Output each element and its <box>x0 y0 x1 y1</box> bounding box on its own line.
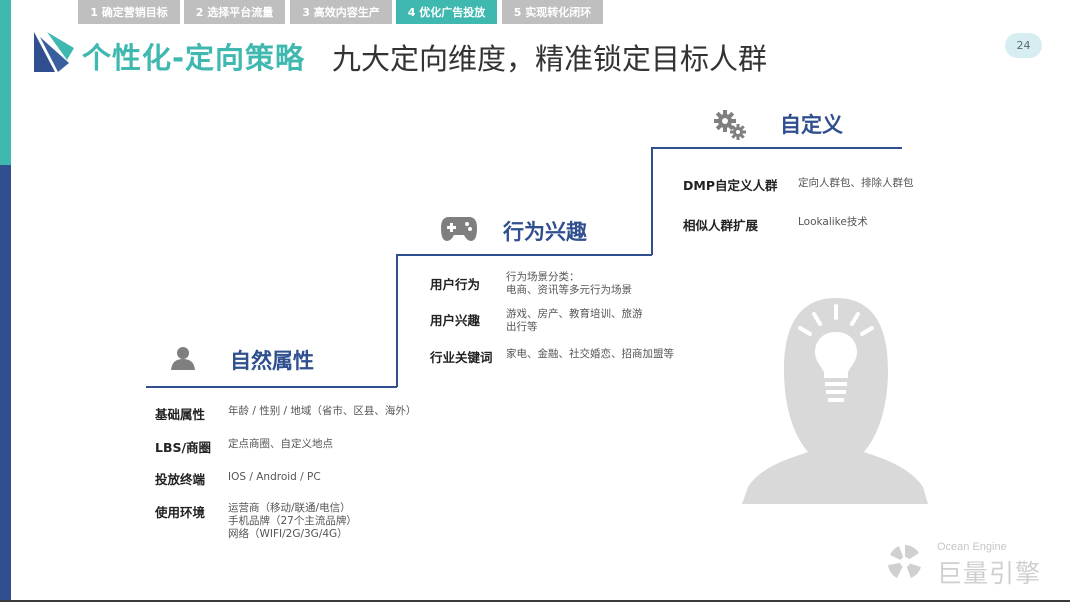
page-number-badge: 24 <box>1005 33 1042 58</box>
stair-step-1 <box>146 386 397 388</box>
behavior-row-value: 家电、金融、社交婚恋、招商加盟等 <box>506 348 674 360</box>
page-title-accent: 个性化-定向策略 <box>82 41 306 75</box>
custom-row-value: 定向人群包、排除人群包 <box>798 177 914 189</box>
logo-icon <box>34 32 74 72</box>
step-tab-4[interactable]: 4 优化广告投放 <box>396 0 497 24</box>
brand-logo-icon <box>888 545 921 578</box>
left-accent-bar-navy <box>0 165 11 602</box>
natural-row-label: 基础属性 <box>155 407 206 422</box>
step-tab-1[interactable]: 1 确定营销目标 <box>78 0 180 24</box>
custom-header: 自定义 <box>780 113 843 137</box>
step-tab-3[interactable]: 3 高效内容生产 <box>290 0 392 24</box>
custom-row-value: Lookalike技术 <box>798 216 868 228</box>
behavior-interest-header: 行为兴趣 <box>503 220 587 244</box>
head-lightbulb-icon <box>742 298 928 504</box>
behavior-row-label: 用户兴趣 <box>430 313 481 328</box>
step-tab-5[interactable]: 5 实现转化闭环 <box>502 0 603 24</box>
behavior-row-value: 游戏、房产、教育培训、旅游 <box>506 308 643 320</box>
natural-row-label: 投放终端 <box>155 472 206 487</box>
custom-row-label: DMP自定义人群 <box>683 178 778 193</box>
behavior-row-label: 用户行为 <box>430 277 481 292</box>
left-accent-bar-teal <box>0 0 11 165</box>
behavior-row-value: 行为场景分类： <box>506 271 580 283</box>
natural-row-label: 使用环境 <box>155 505 206 520</box>
behavior-row-label: 行业关键词 <box>430 350 493 365</box>
stair-riser-1 <box>396 254 398 387</box>
stair-step-3 <box>651 147 902 149</box>
gamepad-icon <box>441 217 477 241</box>
natural-row-value: 年龄 / 性别 / 地域（省市、区县、海外） <box>228 405 417 417</box>
step-tab-2[interactable]: 2 选择平台流量 <box>184 0 285 24</box>
behavior-row-value: 电商、资讯等多元行为场景 <box>506 284 632 296</box>
natural-row-value: IOS / Android / PC <box>228 471 321 483</box>
gears-icon <box>714 110 746 140</box>
page-title: 九大定向维度，精准锁定目标人群 <box>332 42 768 76</box>
natural-attributes-header: 自然属性 <box>230 349 314 373</box>
natural-row-value: 手机品牌（27个主流品牌） <box>228 515 357 527</box>
behavior-row-value: 出行等 <box>506 321 538 333</box>
brand-name-cn: 巨量引擎 <box>937 559 1042 588</box>
natural-row-value: 网络（WIFI/2G/3G/4G） <box>228 528 348 540</box>
natural-row-label: LBS/商圈 <box>155 440 212 455</box>
natural-row-value: 定点商圈、自定义地点 <box>228 438 333 450</box>
person-icon <box>171 347 195 370</box>
brand-name-en: Ocean Engine <box>937 541 1007 553</box>
natural-row-value: 运营商（移动/联通/电信） <box>228 502 351 514</box>
custom-row-label: 相似人群扩展 <box>683 218 759 233</box>
stair-riser-2 <box>651 147 653 255</box>
stair-step-2 <box>396 254 652 256</box>
